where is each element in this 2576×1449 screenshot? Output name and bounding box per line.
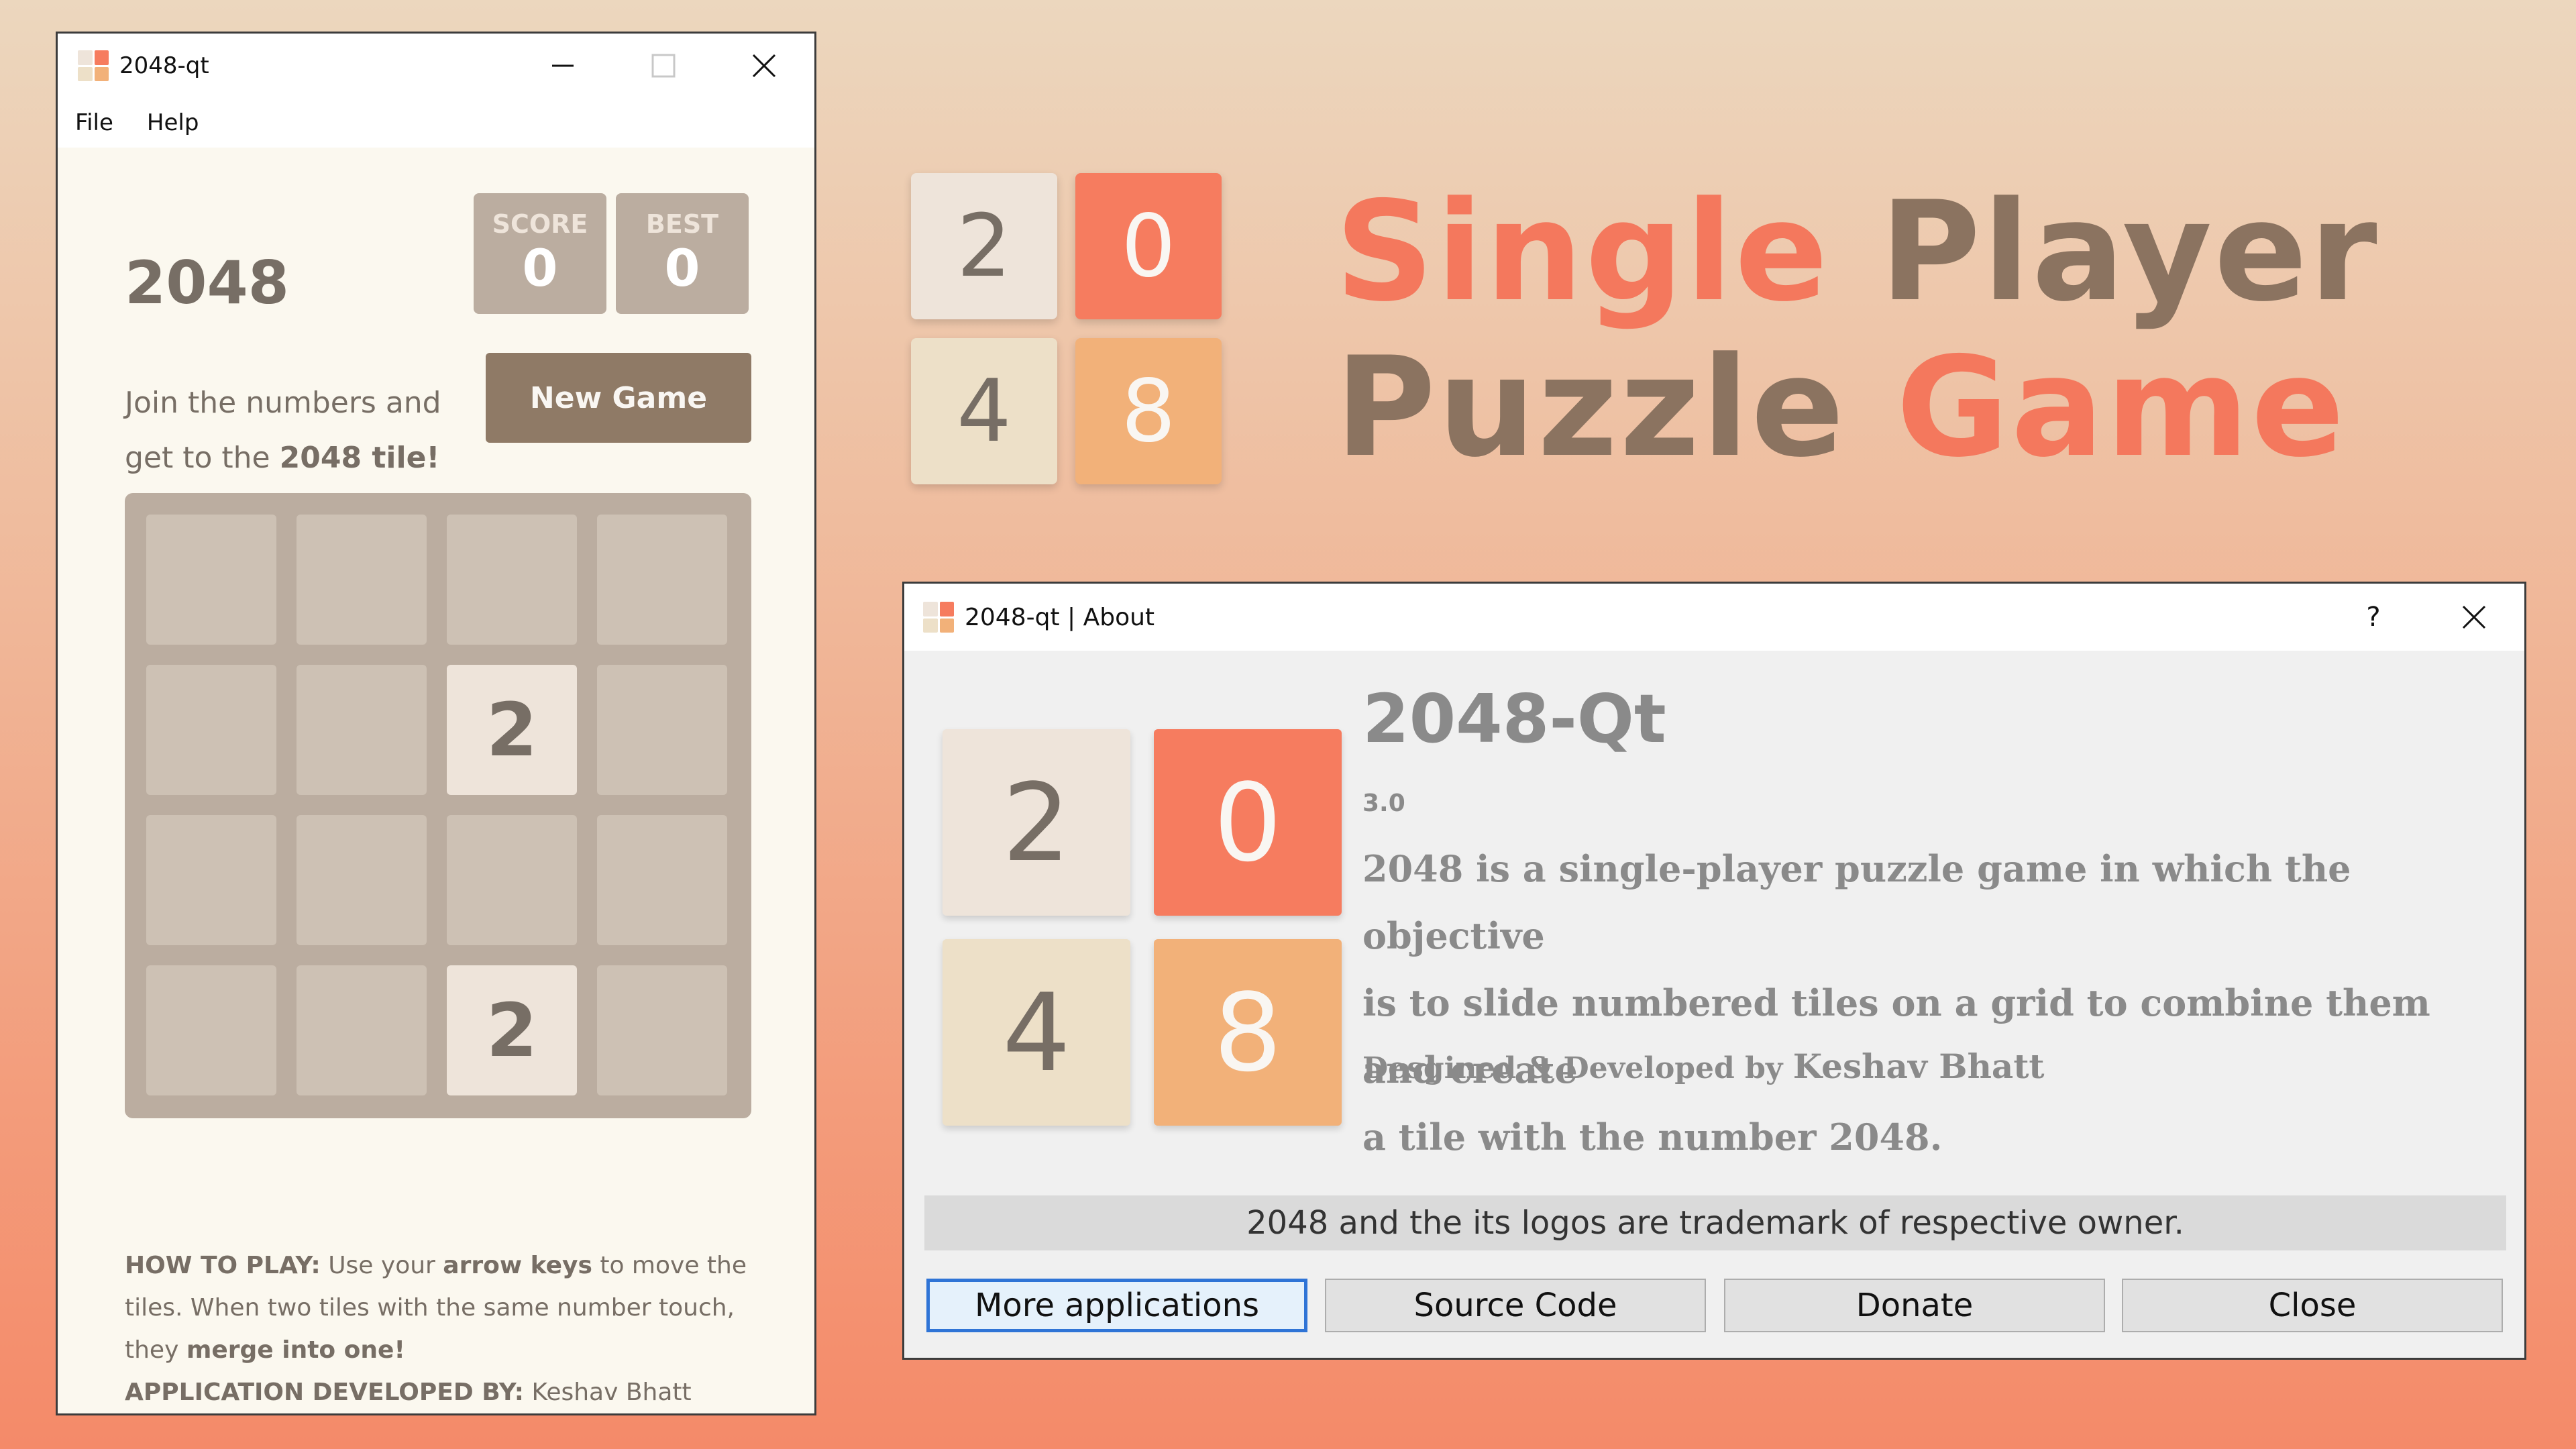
about-desc-line: a tile with the number 2048.: [1362, 1116, 1943, 1159]
help-button[interactable]: ?: [2323, 584, 2424, 651]
promo-tile-4: 4: [911, 338, 1057, 484]
board-cell: [146, 965, 276, 1095]
howto-keys: arrow keys: [443, 1252, 592, 1279]
how-to-play: HOW TO PLAY: Use your arrow keys to move…: [125, 1244, 762, 1413]
about-app-name: 2048-Qt: [1362, 680, 1666, 758]
promo-tile-2: 2: [911, 173, 1057, 319]
about-close-button[interactable]: [2424, 584, 2524, 651]
about-title: 2048-qt | About: [965, 603, 1155, 631]
intro-line1: Join the numbers and: [125, 386, 441, 420]
maximize-button[interactable]: [613, 34, 714, 98]
score-value: 0: [522, 238, 558, 298]
menu-bar: File Help: [58, 98, 814, 148]
board-cell: [146, 815, 276, 945]
game-window: 2048-qt File Help 2048 SCORE 0 BEST 0 Jo…: [56, 32, 816, 1415]
best-box: BEST 0: [616, 193, 749, 314]
board-cell: [447, 815, 577, 945]
menu-help[interactable]: Help: [147, 109, 199, 136]
howto-label: HOW TO PLAY:: [125, 1252, 321, 1279]
app-icon: [923, 602, 954, 633]
intro-line2-prefix: get to the: [125, 441, 280, 475]
board-cell: [447, 515, 577, 645]
board-cell: [297, 965, 427, 1095]
intro-text: Join the numbers and get to the 2048 til…: [125, 376, 500, 486]
minimize-icon: [552, 64, 574, 67]
more-applications-button[interactable]: More applications: [926, 1279, 1307, 1332]
about-version: 3.0: [1362, 790, 1405, 817]
board-cell: [297, 815, 427, 945]
headline-word-player: Player: [1880, 172, 2379, 332]
help-icon: ?: [2366, 602, 2381, 633]
board-tile-2: 2: [447, 665, 577, 795]
dev-label: APPLICATION DEVELOPED BY:: [125, 1379, 525, 1406]
about-tile-8: 8: [1154, 939, 1342, 1126]
game-board[interactable]: 2 2: [125, 493, 751, 1118]
best-label: BEST: [645, 209, 719, 239]
score-box: SCORE 0: [474, 193, 606, 314]
title-bar: 2048-qt: [58, 34, 814, 98]
board-cell: [597, 665, 727, 795]
promo-tile-8: 8: [1075, 338, 1222, 484]
minimize-button[interactable]: [513, 34, 613, 98]
board-cell: [597, 815, 727, 945]
promo-tile-0: 0: [1075, 173, 1222, 319]
new-game-button[interactable]: New Game: [486, 353, 751, 443]
about-tile-4: 4: [943, 939, 1130, 1126]
headline-word-game: Game: [1896, 328, 2347, 488]
donate-button[interactable]: Donate: [1724, 1279, 2105, 1332]
close-dialog-button[interactable]: Close: [2122, 1279, 2503, 1332]
howto-text1: Use your: [320, 1252, 443, 1279]
dev-name: Keshav Bhatt: [524, 1379, 692, 1406]
about-tile-0: 0: [1154, 729, 1342, 916]
headline-word-single: Single: [1335, 172, 1830, 332]
best-value: 0: [664, 238, 700, 298]
board-tile-2: 2: [447, 965, 577, 1095]
maximize-icon: [651, 54, 676, 78]
board-cell: [146, 515, 276, 645]
headline-word-puzzle: Puzzle: [1335, 328, 1847, 488]
about-dialog: 2048-qt | About ? 2 0 4 8 2048-Qt 3.0 20…: [902, 582, 2526, 1360]
board-cell: [297, 515, 427, 645]
board-cell: [597, 515, 727, 645]
intro-line2-bold: 2048 tile!: [279, 441, 440, 475]
source-code-button[interactable]: Source Code: [1325, 1279, 1706, 1332]
app-icon: [78, 50, 109, 81]
board-cell: [146, 665, 276, 795]
credit-prefix: Desgined & Developed by: [1362, 1051, 1793, 1085]
about-desc-line: 2048 is a single-player puzzle game in w…: [1362, 847, 2351, 957]
credit-name: Keshav Bhatt: [1792, 1046, 2045, 1086]
game-brand: 2048: [125, 248, 289, 317]
about-credit: Desgined & Developed by Keshav Bhatt: [1362, 1046, 2045, 1086]
howto-merge: merge into one!: [186, 1336, 405, 1364]
about-title-bar: 2048-qt | About ?: [904, 584, 2524, 651]
close-icon: [752, 54, 776, 78]
board-cell: [597, 965, 727, 1095]
menu-file[interactable]: File: [75, 109, 113, 136]
about-tile-2: 2: [943, 729, 1130, 916]
board-cell: [297, 665, 427, 795]
window-title: 2048-qt: [119, 52, 209, 79]
score-label: SCORE: [492, 209, 588, 239]
about-description: 2048 is a single-player puzzle game in w…: [1362, 835, 2516, 1171]
promo-headline: Single Player Puzzle Game: [1335, 174, 2379, 486]
trademark-notice: 2048 and the its logos are trademark of …: [924, 1195, 2506, 1250]
close-icon: [2462, 605, 2486, 629]
close-button[interactable]: [714, 34, 814, 98]
